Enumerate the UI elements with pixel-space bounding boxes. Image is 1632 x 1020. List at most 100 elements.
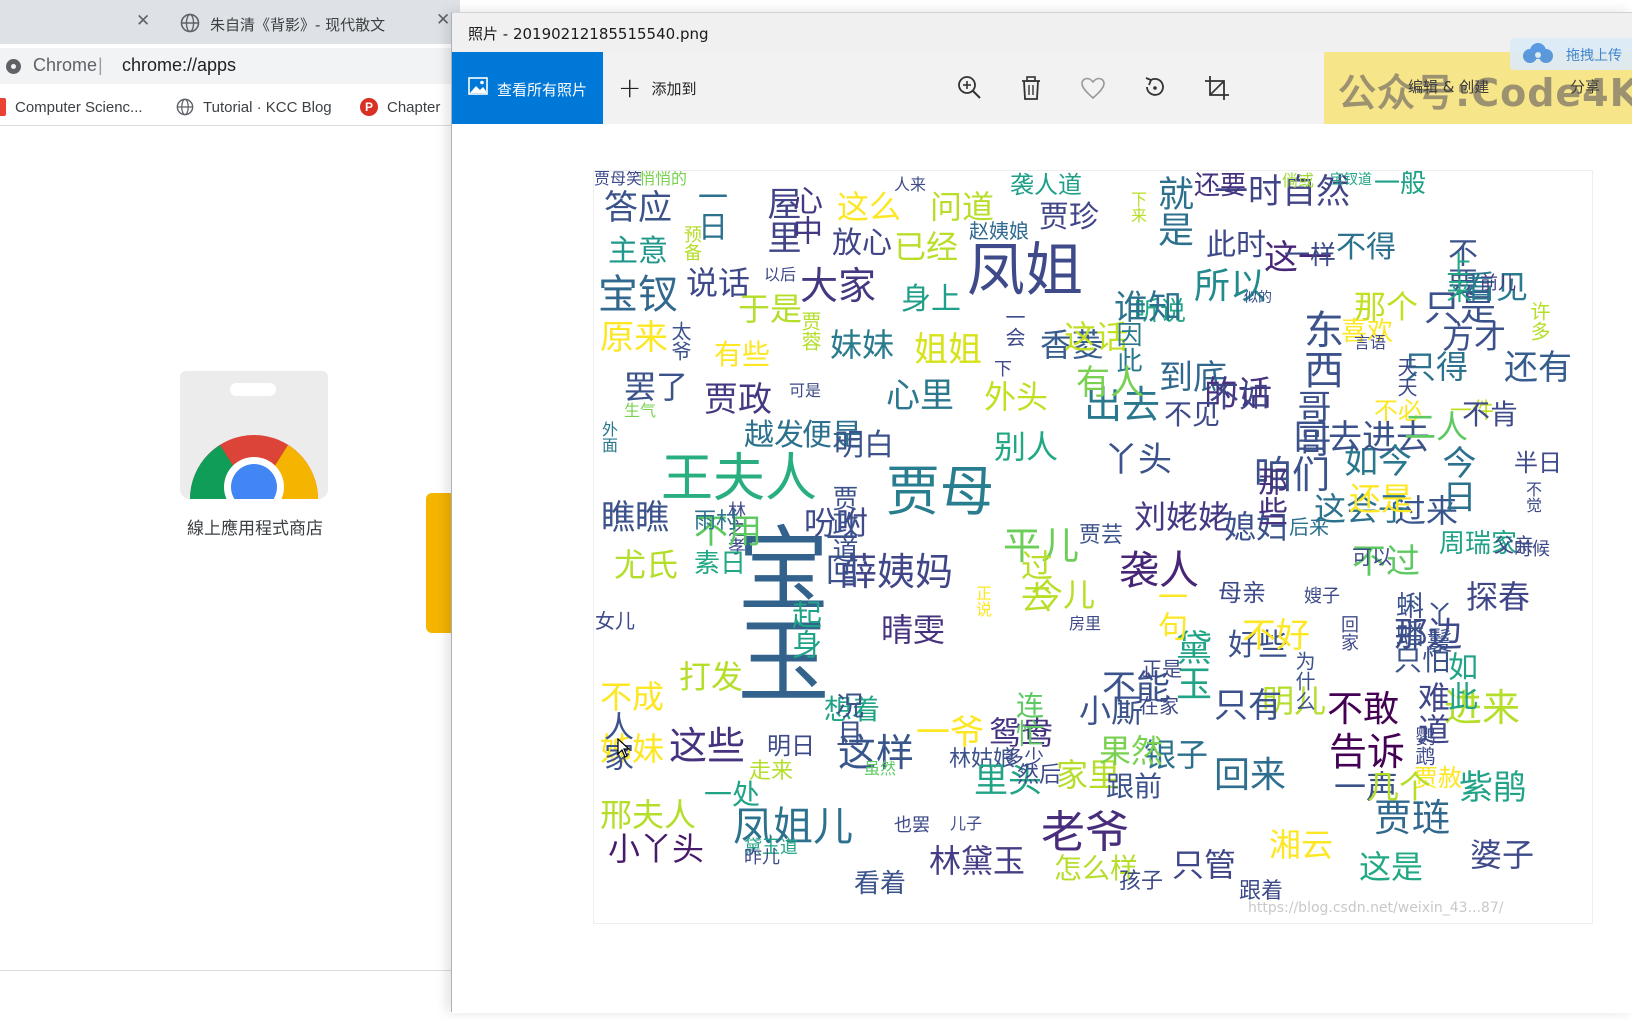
word-cloud-word: 半日 (1514, 449, 1562, 477)
word-cloud-word: 一般 (1374, 170, 1427, 199)
word-cloud-word: 妹妹 (830, 326, 895, 364)
word-cloud-word: 紫鹃 (1459, 768, 1527, 808)
tab-close-icon[interactable]: ✕ (136, 10, 150, 32)
favorite-heart-icon[interactable] (1075, 70, 1111, 106)
word-cloud-word: 王夫人 (661, 449, 818, 509)
word-cloud-word: 有些 (714, 338, 771, 371)
word-cloud-word: 后来 (1289, 515, 1329, 539)
word-cloud-word: 赵姨娘 (969, 219, 1029, 243)
word-cloud-word: 不好 (1242, 616, 1310, 656)
word-cloud-word: 袭人道 (1010, 171, 1082, 199)
word-cloud-word: 宝钗 (598, 272, 678, 318)
word-cloud-word: 二人 (1404, 408, 1469, 446)
word-cloud-word: 湘云 (1269, 826, 1334, 864)
word-cloud-word: 身上 (901, 282, 961, 317)
word-cloud-word: 瞧瞧 (601, 498, 669, 538)
word-cloud-word: 不成 (600, 678, 665, 716)
chrome-apps-page (0, 127, 460, 970)
photos-titlebar[interactable]: 照片 - 20190212185515540.png (452, 13, 1632, 52)
word-cloud-word: 于是 (738, 290, 803, 328)
bookmark-label: Computer Scienc... (15, 98, 143, 116)
bookmark-label: Tutorial · KCC Blog (203, 98, 332, 116)
photos-toolbar: 查看所有照片 + 添加到 公众号:Code4K 编辑 & 创建 分享 拖拽上传 (452, 38, 1632, 124)
bookmark-chapter[interactable]: P Chapter (360, 94, 440, 120)
word-cloud-word: 可以 (1352, 545, 1392, 569)
zoom-in-icon[interactable] (952, 70, 988, 106)
chrome-tab-strip: ✕ 朱自清《背影》- 现代散文 ✕ (0, 0, 460, 44)
word-cloud-word: 答应 (604, 188, 672, 228)
address-url[interactable]: chrome://apps (122, 55, 236, 76)
word-cloud-word: 下 (994, 359, 1012, 380)
word-cloud-word: 素日 (694, 549, 747, 579)
edit-create-button[interactable]: 编辑 & 创建 (1408, 76, 1489, 97)
word-cloud-word: 一会 (1002, 307, 1026, 347)
word-cloud-word: 起身 (786, 599, 821, 659)
word-cloud-word: 前儿 (1480, 273, 1516, 294)
word-cloud-word: 明日 (767, 732, 815, 760)
rotate-icon[interactable] (1137, 70, 1173, 106)
upload-label: 拖拽上传 (1566, 48, 1622, 64)
bookmark-kcc-blog[interactable]: Tutorial · KCC Blog (176, 94, 332, 120)
address-separator: | (98, 55, 103, 75)
site-info-icon[interactable] (6, 59, 21, 74)
word-cloud-word: 心里 (886, 376, 954, 416)
tab-beiying[interactable]: 朱自清《背影》- 现代散文 ✕ (168, 4, 468, 44)
word-cloud-word: 儿子 (950, 814, 983, 833)
window-title: 照片 - 20190212185515540.png (468, 25, 709, 43)
word-cloud-word: 东西 (1297, 309, 1343, 389)
add-to-label: 添加到 (651, 79, 697, 98)
word-cloud-word: 也罢 (894, 815, 930, 836)
word-cloud-word: 一样 (1284, 241, 1337, 271)
word-cloud-word: 宝钗道 (1330, 172, 1372, 188)
word-cloud-word: 母亲 (1218, 579, 1266, 607)
address-bar[interactable]: Chrome | chrome://apps (0, 48, 470, 84)
word-cloud-word: 别人 (994, 428, 1059, 466)
word-cloud-word: 这是 (1359, 848, 1424, 886)
word-cloud-word: 回来 (1214, 755, 1287, 796)
web-store-app[interactable] (180, 371, 328, 501)
word-cloud-word: 今儿 (1031, 576, 1096, 614)
word-cloud-word: 有人 (1076, 363, 1144, 403)
add-to-button[interactable]: + 添加到 (618, 70, 696, 106)
word-cloud-word: 这么 (837, 188, 902, 226)
bookmarks-bar: Computer Scienc... Tutorial · KCC Blog P… (0, 88, 460, 126)
word-cloud-word: 就是 (1152, 175, 1193, 247)
word-cloud-word: 人来 (894, 175, 927, 194)
word-cloud-word: 外头 (984, 378, 1049, 416)
word-cloud-word: 一爷 (916, 713, 984, 753)
word-cloud-word: 雨村 (694, 509, 739, 534)
plus-icon: + (618, 71, 642, 104)
upload-badge[interactable]: 拖拽上传 (1510, 38, 1632, 70)
word-cloud-word: 贾蓉 (798, 311, 822, 351)
word-cloud-word: 这些 (669, 724, 746, 768)
word-cloud-word: 不觉 (1523, 481, 1542, 513)
word-cloud-word: 刘姥姥 (1134, 498, 1231, 536)
word-cloud-word: 已经 (894, 228, 959, 266)
share-button[interactable]: 分享 (1570, 76, 1600, 97)
word-cloud-word: 果然 (1099, 732, 1164, 770)
word-cloud-word: 似的 (1244, 290, 1272, 306)
view-all-label: 查看所有照片 (497, 81, 588, 99)
word-cloud-word: 生气 (624, 401, 657, 420)
word-cloud-word: 一句 (1152, 581, 1187, 641)
word-cloud-word: 那些 (1252, 466, 1287, 526)
globe-icon (176, 98, 194, 116)
word-cloud-word: 贾政 (704, 380, 772, 420)
word-cloud-word: 昨儿 (744, 847, 780, 868)
crop-icon[interactable] (1199, 70, 1235, 106)
bookmark-computer-science[interactable]: Computer Scienc... (0, 94, 143, 120)
word-cloud-word: 太爷 (668, 321, 692, 361)
word-cloud-word: 越发 (744, 418, 804, 453)
pocket-icon: P (360, 98, 378, 116)
word-cloud-word: 老爷 (1041, 807, 1129, 858)
word-cloud-word: 贾母 (886, 460, 994, 523)
word-cloud-word: 明白 (834, 428, 894, 463)
view-all-photos-button[interactable]: 查看所有照片 (452, 52, 603, 124)
delete-icon[interactable] (1013, 70, 1049, 106)
web-store-label[interactable]: 線上應用程式商店 (150, 514, 360, 539)
word-cloud-word: 倘或 (1282, 171, 1315, 190)
close-icon[interactable]: ✕ (436, 10, 450, 30)
word-cloud-word: 走来 (749, 759, 794, 784)
word-cloud-word: 不敢 (1327, 689, 1400, 730)
screen: ✕ 朱自清《背影》- 现代散文 ✕ Chrome | chrome://apps… (0, 0, 1632, 1020)
